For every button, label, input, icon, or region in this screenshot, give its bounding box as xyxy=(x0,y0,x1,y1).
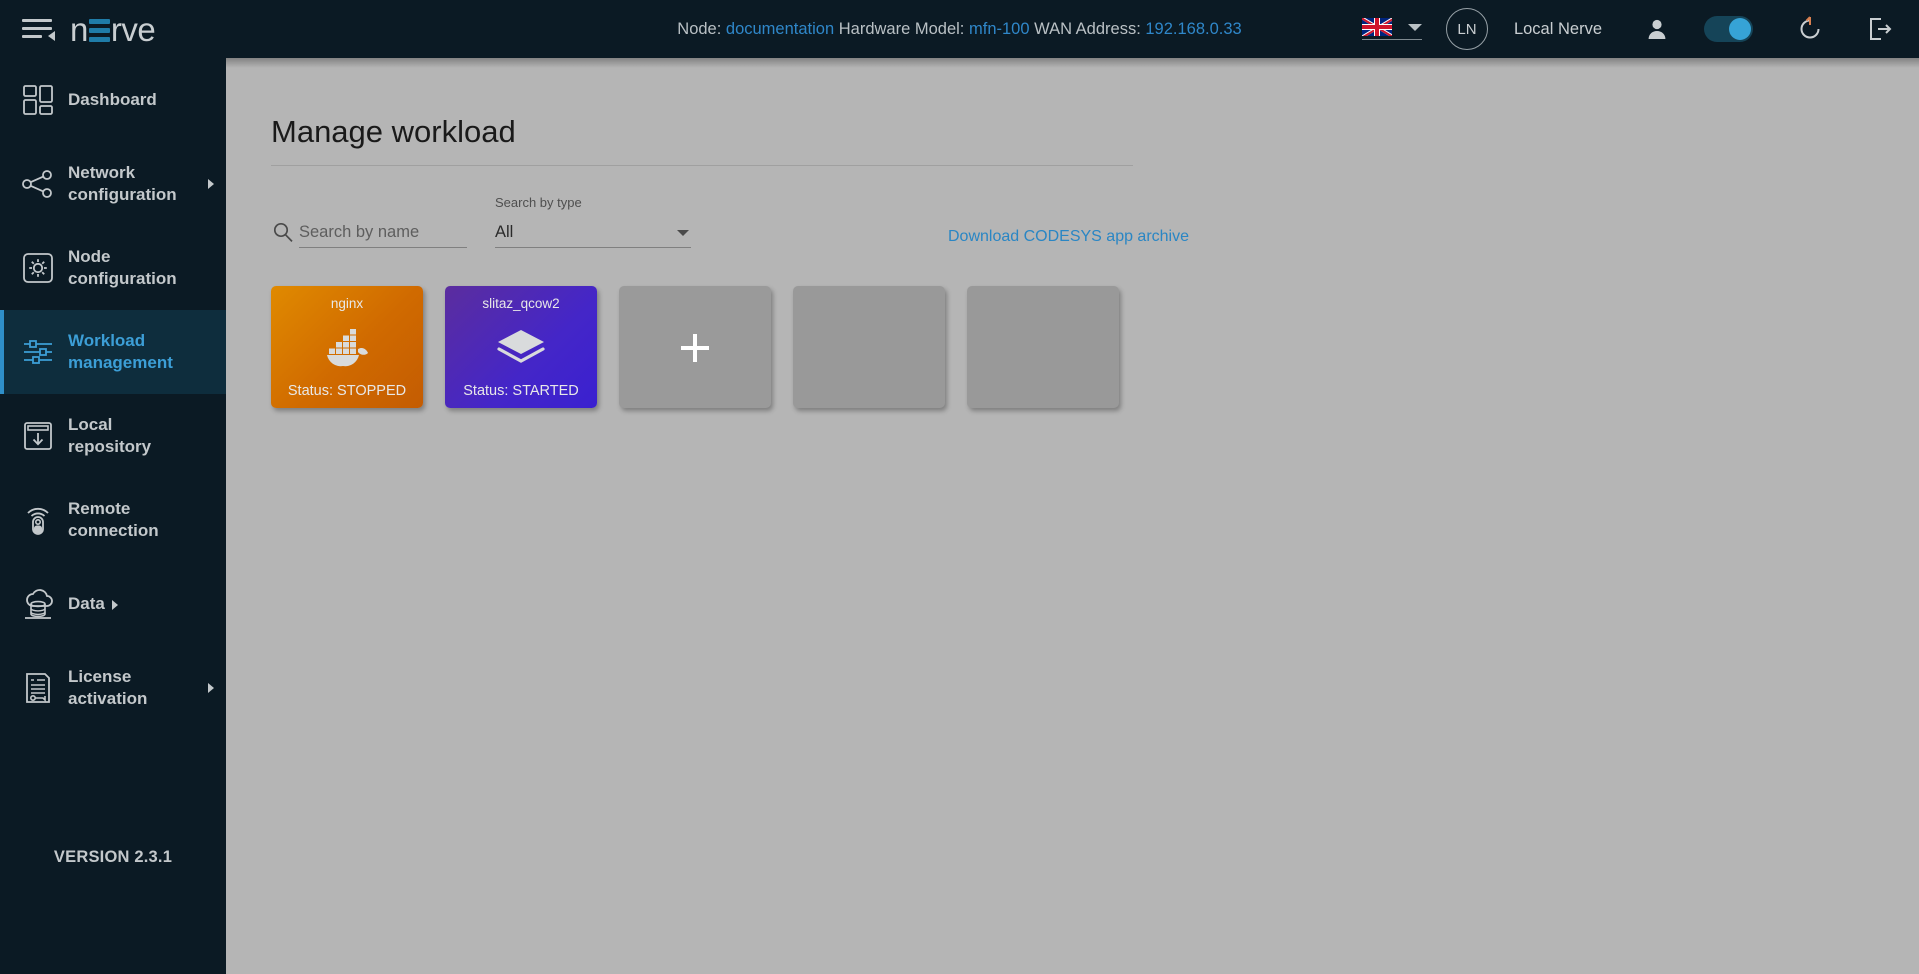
network-icon xyxy=(8,167,68,201)
workload-card-placeholder[interactable] xyxy=(967,286,1119,408)
workload-name: nginx xyxy=(330,296,364,311)
avatar-initials: LN xyxy=(1457,20,1477,38)
sidebar-item-text: Data xyxy=(68,594,105,614)
main-content: Manage workload Search by type All xyxy=(226,58,1919,974)
node-gear-icon xyxy=(8,251,68,285)
workload-card-slot xyxy=(793,286,945,408)
download-codesys-app-archive-link[interactable]: Download CODESYS app archive xyxy=(948,228,1189,246)
sliders-icon xyxy=(8,335,68,369)
repository-download-icon xyxy=(8,419,68,453)
sidebar-item-label: Data xyxy=(68,593,118,615)
sidebar-item-remote-connection[interactable]: Remote connection xyxy=(0,478,226,562)
workload-card-placeholder[interactable] xyxy=(793,286,945,408)
workload-status: Status: STARTED xyxy=(463,382,579,399)
chevron-down-icon xyxy=(1407,23,1422,31)
sidebar-item-network-configuration[interactable]: Network configuration xyxy=(0,142,226,226)
hardware-model-value: mfn-100 xyxy=(968,19,1030,38)
logout-icon[interactable] xyxy=(1867,16,1893,42)
user-name[interactable]: Local Nerve xyxy=(1514,20,1602,39)
title-divider xyxy=(271,165,1133,166)
hardware-model-label: Hardware Model: xyxy=(838,19,965,38)
sidebar-item-label: Node configuration xyxy=(68,247,177,288)
sidebar-item-data[interactable]: Data xyxy=(0,562,226,646)
chevron-right-icon xyxy=(208,683,214,693)
sidebar-item-local-repository[interactable]: Local repository xyxy=(0,394,226,478)
type-select[interactable]: All xyxy=(495,221,691,248)
sidebar-item-label: Local repository xyxy=(68,415,152,456)
sidebar-item-license-activation[interactable]: License activation xyxy=(0,646,226,730)
top-bar: n rve Node: documentation Hardware Model… xyxy=(0,0,1919,58)
sidebar-item-dashboard[interactable]: Dashboard xyxy=(0,58,226,142)
sidebar-item-workload-management[interactable]: Workload management xyxy=(0,310,226,394)
language-selector[interactable] xyxy=(1361,18,1422,40)
sidebar-item-node-configuration[interactable]: Node configuration xyxy=(0,226,226,310)
toggle-knob xyxy=(1729,18,1751,40)
search-icon xyxy=(271,220,295,244)
sidebar-item-label: Remote connection xyxy=(68,499,159,540)
search-by-type-field: Search by type All xyxy=(495,195,691,248)
chevron-right-icon xyxy=(111,600,118,611)
remote-connection-toggle[interactable] xyxy=(1704,16,1753,42)
chevron-right-icon xyxy=(208,179,214,189)
version-label: VERSION 2.3.1 xyxy=(53,848,173,866)
avatar[interactable]: LN xyxy=(1445,8,1488,50)
workload-card-slitaz-qcow2[interactable]: slitaz_qcow2 Status: STARTED xyxy=(445,286,597,408)
search-input[interactable] xyxy=(299,221,467,248)
cloud-data-icon xyxy=(8,587,68,621)
type-select-value: All xyxy=(495,223,514,241)
person-icon[interactable] xyxy=(1646,17,1668,41)
remote-control-icon xyxy=(8,503,68,537)
hamburger-menu-icon[interactable] xyxy=(22,16,56,42)
dashboard-icon xyxy=(8,83,68,117)
wan-address-value: 192.168.0.33 xyxy=(1145,19,1242,38)
filter-toolbar: Search by type All xyxy=(271,195,691,248)
workload-card-grid: nginx Status: STOPPED slitaz_qcow2 Statu… xyxy=(271,263,1141,431)
sidebar: Dashboard Network configuration Node con… xyxy=(0,58,226,974)
sidebar-item-label: Dashboard xyxy=(68,90,157,110)
search-by-type-label: Search by type xyxy=(495,195,582,210)
node-value-link[interactable]: documentation xyxy=(726,20,834,38)
brand-text-post: rve xyxy=(110,10,156,48)
workload-status: Status: STOPPED xyxy=(287,382,407,399)
brand-text-pre: n xyxy=(70,10,88,48)
add-workload-card[interactable] xyxy=(619,286,771,408)
sidebar-item-label: Workload management xyxy=(68,331,173,372)
license-document-icon xyxy=(8,671,68,705)
sidebar-item-label: License activation xyxy=(68,667,148,708)
content-top-shadow xyxy=(226,58,1919,68)
vm-layers-icon xyxy=(495,311,547,384)
chevron-down-icon xyxy=(677,229,689,236)
page-title: Manage workload xyxy=(271,114,516,149)
top-bar-right-controls: LN Local Nerve xyxy=(1361,0,1919,58)
uk-flag-icon xyxy=(1361,18,1392,36)
restart-icon[interactable] xyxy=(1797,16,1823,42)
node-label: Node: xyxy=(677,19,722,38)
app-root: n rve Node: documentation Hardware Model… xyxy=(0,0,1919,974)
workload-card-slot xyxy=(967,286,1119,408)
search-by-name-field xyxy=(271,220,467,248)
workload-card-nginx[interactable]: nginx Status: STOPPED xyxy=(271,286,423,408)
sidebar-item-label: Network configuration xyxy=(68,163,177,204)
workload-card-slot: nginx Status: STOPPED xyxy=(271,286,423,408)
wan-address-label: WAN Address: xyxy=(1034,19,1141,38)
docker-whale-icon xyxy=(320,311,374,384)
plus-icon xyxy=(681,333,709,362)
workload-card-slot-selected xyxy=(597,263,793,431)
workload-name: slitaz_qcow2 xyxy=(482,296,560,311)
workload-card-slot: slitaz_qcow2 Status: STARTED xyxy=(445,286,597,408)
nerve-logo[interactable]: n rve xyxy=(70,0,156,58)
brand-equals-icon xyxy=(88,18,110,42)
